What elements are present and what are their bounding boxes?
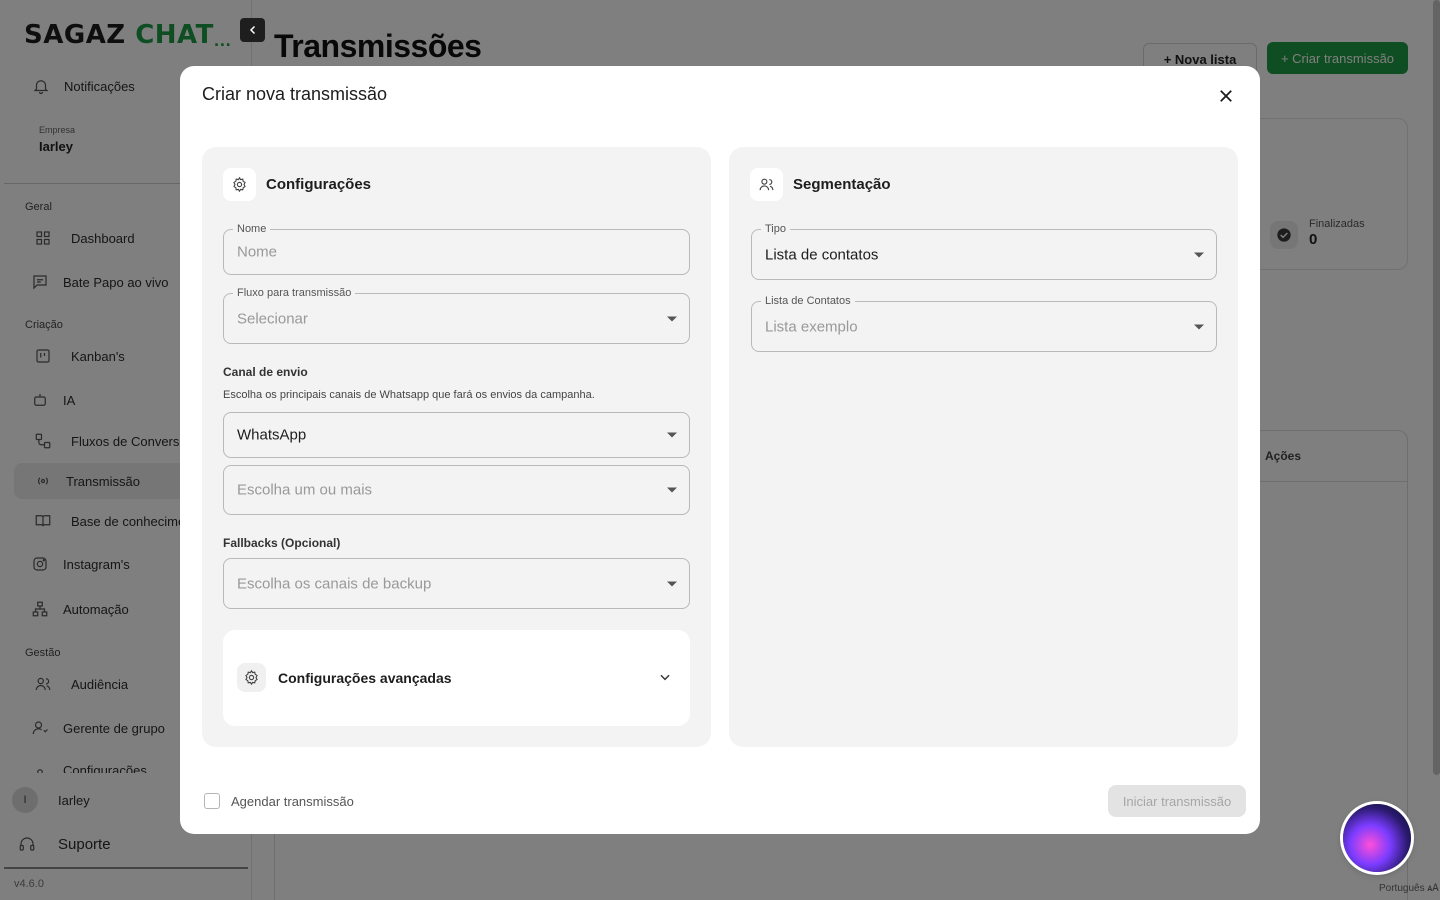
config-panel-title: Configurações (266, 176, 372, 193)
type-select[interactable]: Tipo Lista de contatos (751, 222, 1217, 280)
channel-type-select[interactable]: WhatsApp (223, 412, 690, 458)
advanced-settings-header: Configurações avançadas (237, 663, 452, 692)
schedule-label: Agendar transmissão (231, 793, 354, 809)
caret-down-icon (667, 432, 677, 438)
schedule-checkbox[interactable] (204, 793, 220, 809)
start-broadcast-button[interactable]: Iniciar transmissão (1108, 785, 1246, 817)
language-selector[interactable]: Português 🗚 (1379, 883, 1439, 894)
channel-multiselect[interactable]: Escolha um ou mais (223, 465, 690, 515)
chevron-down-icon (660, 674, 670, 681)
segmentation-panel: Segmentação Tipo Lista de contatos Lista… (729, 147, 1238, 747)
caret-down-icon (667, 316, 677, 321)
channel-section-title: Canal de envio (223, 365, 308, 379)
fallbacks-select[interactable]: Escolha os canais de backup (223, 558, 690, 609)
channel-type-value: WhatsApp (237, 426, 307, 444)
config-panel-header: Configurações (223, 168, 371, 201)
modal-title: Criar nova transmissão (202, 84, 388, 104)
flow-select-label: Fluxo para transmissão (233, 286, 356, 300)
ai-assistant-button[interactable] (1343, 804, 1411, 872)
translate-icon: 🗚 (1427, 883, 1439, 894)
gear-icon (237, 663, 266, 692)
segmentation-panel-header: Segmentação (750, 168, 891, 201)
close-modal-button[interactable] (1214, 84, 1238, 108)
flow-select[interactable]: Fluxo para transmissão Selecionar (223, 286, 690, 344)
contact-list-select[interactable]: Lista de Contatos Lista exemplo (751, 294, 1217, 352)
schedule-toggle[interactable]: Agendar transmissão (204, 793, 354, 809)
name-field-label: Nome (233, 222, 271, 236)
type-select-value: Lista de contatos (765, 246, 879, 263)
gear-icon (223, 168, 256, 201)
users-icon (750, 168, 783, 201)
caret-down-icon (667, 581, 677, 586)
channel-section-description: Escolha os principais canais de Whatsapp… (223, 389, 595, 401)
name-field-placeholder: Nome (237, 243, 278, 261)
contact-list-value: Lista exemplo (765, 318, 858, 335)
type-select-label: Tipo (761, 222, 790, 236)
segmentation-panel-title: Segmentação (793, 176, 891, 193)
contact-list-label: Lista de Contatos (761, 294, 855, 308)
close-icon (1220, 90, 1232, 102)
config-panel: Configurações Nome Nome Fluxo para trans… (202, 147, 711, 747)
create-broadcast-modal: Criar nova transmissão Configurações Nom… (180, 66, 1260, 834)
collapse-sidebar-button[interactable] (240, 18, 265, 42)
advanced-settings-title: Configurações avançadas (278, 669, 452, 686)
fallbacks-placeholder: Escolha os canais de backup (237, 575, 432, 592)
caret-down-icon (1194, 252, 1204, 257)
fallbacks-title: Fallbacks (Opcional) (223, 536, 341, 550)
chevron-left-icon (249, 25, 255, 35)
channel-multiselect-placeholder: Escolha um ou mais (237, 481, 373, 499)
advanced-settings-accordion[interactable]: Configurações avançadas (223, 630, 690, 726)
flow-select-value: Selecionar (237, 310, 308, 327)
language-label: Português (1379, 883, 1425, 894)
caret-down-icon (667, 487, 677, 493)
name-field[interactable]: Nome Nome (223, 222, 690, 275)
caret-down-icon (1194, 324, 1204, 329)
